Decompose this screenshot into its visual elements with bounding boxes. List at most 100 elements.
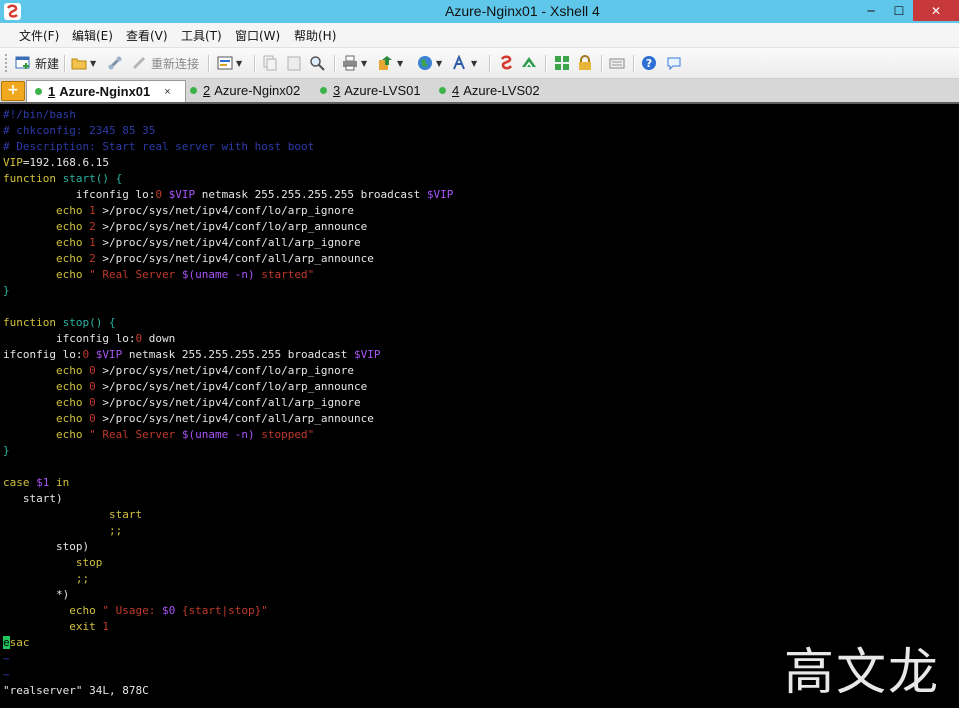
terminal-text: ifconfig lo: bbox=[3, 332, 136, 345]
copy-icon bbox=[263, 55, 277, 71]
terminal-text: ~ bbox=[3, 668, 10, 681]
terminal-line: exit 1 bbox=[3, 619, 109, 635]
chevron-down-icon[interactable]: ▼ bbox=[471, 59, 477, 68]
terminal-text: $1 bbox=[36, 476, 50, 489]
terminal-text: 0 bbox=[89, 396, 96, 409]
menu-view[interactable]: 查看(V) bbox=[126, 27, 168, 44]
terminal-text: # Description: Start real server with ho… bbox=[3, 140, 315, 153]
menu-window[interactable]: 窗口(W) bbox=[235, 27, 280, 44]
terminal-line: #!/bin/bash bbox=[3, 107, 76, 123]
menu-file[interactable]: 文件(F) bbox=[19, 27, 59, 44]
toolbar: 新建 ▼ 重新连接 ▼ ▼ ▼ ▼ ▼ ? bbox=[0, 48, 959, 79]
terminal-text: >/proc/sys/net/ipv4/conf/all/arp_ignore bbox=[95, 236, 361, 249]
paste-button[interactable] bbox=[286, 54, 302, 72]
terminal-line: # Description: Start real server with ho… bbox=[3, 139, 314, 155]
terminal-text: $VIP bbox=[95, 348, 123, 361]
toolbar-separator bbox=[633, 55, 635, 72]
terminal-line: function stop() { bbox=[3, 315, 116, 331]
menu-edit[interactable]: 编辑(E) bbox=[72, 27, 113, 44]
print-button[interactable]: ▼ bbox=[342, 54, 367, 72]
menu-tools[interactable]: 工具(T) bbox=[181, 27, 222, 44]
xshell-button[interactable] bbox=[498, 54, 514, 72]
terminal-line: *) bbox=[3, 587, 69, 603]
terminal-line: ;; bbox=[3, 523, 122, 539]
terminal-line: esac bbox=[3, 635, 30, 651]
connected-status-icon bbox=[320, 87, 327, 94]
terminal-text: echo bbox=[3, 220, 83, 233]
terminal-text: echo bbox=[3, 396, 83, 409]
terminal-text: 2 bbox=[89, 220, 96, 233]
tab-azure-lvs02[interactable]: 4 Azure-LVS02 bbox=[439, 80, 540, 101]
help-icon: ? bbox=[642, 56, 656, 70]
maximize-button[interactable]: ☐ bbox=[885, 0, 913, 21]
chevron-down-icon[interactable]: ▼ bbox=[436, 59, 442, 68]
toolbar-separator bbox=[208, 55, 210, 72]
connected-status-icon bbox=[35, 88, 42, 95]
new-session-button[interactable]: 新建 bbox=[15, 54, 59, 72]
close-button[interactable]: ✕ bbox=[913, 0, 959, 21]
terminal-text: 0 bbox=[155, 188, 162, 201]
session-tab-bar: + 1 Azure-Nginx01 × 2 Azure-Nginx02 3 Az… bbox=[0, 79, 959, 104]
open-button[interactable]: ▼ bbox=[71, 54, 96, 72]
font-button[interactable]: ▼ bbox=[452, 54, 477, 72]
terminal-text: ;; bbox=[3, 572, 90, 585]
chevron-down-icon[interactable]: ▼ bbox=[236, 59, 242, 68]
terminal-text: start() { bbox=[62, 172, 123, 185]
chevron-down-icon[interactable]: ▼ bbox=[397, 59, 403, 68]
globe-button[interactable]: ▼ bbox=[417, 54, 442, 72]
toolbar-separator bbox=[64, 55, 66, 72]
chevron-down-icon[interactable]: ▼ bbox=[90, 59, 96, 68]
minimize-button[interactable]: ─ bbox=[857, 0, 885, 21]
properties-button[interactable]: ▼ bbox=[217, 54, 242, 72]
xftp-button[interactable] bbox=[521, 54, 537, 72]
window-title: Azure-Nginx01 - Xshell 4 bbox=[445, 3, 600, 19]
tab-close-icon[interactable]: × bbox=[164, 86, 170, 98]
terminal-line: ~ bbox=[3, 651, 10, 667]
terminal-text: sac bbox=[9, 636, 30, 649]
terminal-text: ;; bbox=[3, 524, 123, 537]
tab-label: Azure-LVS01 bbox=[344, 83, 421, 98]
chat-button[interactable] bbox=[666, 54, 682, 72]
terminal-text: start bbox=[3, 508, 143, 521]
terminal-text: # chkconfig: 2345 85 35 bbox=[3, 124, 156, 137]
terminal-text: $(uname -n) bbox=[181, 428, 255, 441]
toolbar-grip[interactable] bbox=[5, 54, 10, 72]
toolbar-separator bbox=[254, 55, 256, 72]
tab-number: 2 bbox=[203, 83, 211, 98]
terminal-text: echo bbox=[3, 236, 83, 249]
terminal-text: " Usage: bbox=[95, 604, 162, 617]
tab-azure-nginx01[interactable]: 1 Azure-Nginx01 × bbox=[26, 80, 186, 102]
terminal-text: $VIP bbox=[426, 188, 454, 201]
terminal-text: echo bbox=[3, 380, 83, 393]
terminal-line: stop bbox=[3, 555, 103, 571]
new-session-label: 新建 bbox=[35, 56, 60, 71]
help-button[interactable]: ? bbox=[641, 54, 657, 72]
properties-icon bbox=[217, 56, 233, 70]
chevron-down-icon[interactable]: ▼ bbox=[361, 59, 367, 68]
xftp-icon bbox=[522, 57, 536, 68]
terminal-text: =192.168.6.15 bbox=[22, 156, 109, 169]
add-tab-button[interactable]: + bbox=[1, 81, 25, 101]
terminal-text: 2 bbox=[89, 252, 96, 265]
terminal-text: stop() { bbox=[62, 316, 116, 329]
copy-button[interactable] bbox=[262, 54, 278, 72]
terminal-text: echo bbox=[3, 204, 83, 217]
connected-status-icon bbox=[439, 87, 446, 94]
terminal-line: case $1 in bbox=[3, 475, 69, 491]
reconnect-button[interactable]: 重新连接 bbox=[131, 54, 199, 72]
menu-help[interactable]: 帮助(H) bbox=[294, 27, 336, 44]
tab-azure-lvs01[interactable]: 3 Azure-LVS01 bbox=[320, 80, 421, 101]
find-button[interactable] bbox=[309, 54, 325, 72]
terminal-text: netmask 255.255.255.255 broadcast bbox=[122, 348, 355, 361]
terminal-area[interactable]: #!/bin/bash # chkconfig: 2345 85 35 # Desc… bbox=[0, 104, 959, 708]
lock-button[interactable] bbox=[577, 54, 593, 72]
svg-text:?: ? bbox=[646, 57, 652, 70]
keyboard-button[interactable] bbox=[609, 54, 625, 72]
layout-button[interactable] bbox=[554, 54, 570, 72]
transfer-button[interactable]: ▼ bbox=[378, 54, 403, 72]
connect-button[interactable] bbox=[107, 54, 123, 72]
tab-label: Azure-Nginx02 bbox=[214, 83, 301, 98]
tab-azure-nginx02[interactable]: 2 Azure-Nginx02 bbox=[190, 80, 300, 101]
